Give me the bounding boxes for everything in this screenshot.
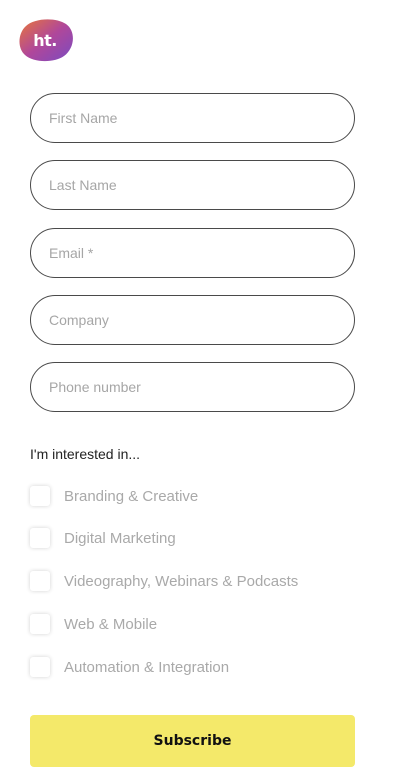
interest-option-label: Videography, Webinars & Podcasts [64,572,299,590]
interest-option-label: Digital Marketing [64,529,176,547]
last-name-input[interactable] [30,160,355,210]
checkbox[interactable] [30,614,50,634]
email-input[interactable] [30,228,355,278]
company-input[interactable] [30,295,355,345]
phone-input[interactable] [30,362,355,412]
checkbox[interactable] [30,528,50,548]
interest-option-digital-marketing[interactable]: Digital Marketing [30,526,176,550]
logo-text: ht. [33,30,57,50]
interest-option-web-mobile[interactable]: Web & Mobile [30,612,157,636]
checkbox[interactable] [30,486,50,506]
first-name-input[interactable] [30,93,355,143]
interest-option-label: Web & Mobile [64,615,158,633]
checkbox[interactable] [30,657,50,677]
interests-heading: I'm interested in... [30,446,141,462]
brand-logo[interactable]: ht. [18,18,74,62]
checkbox[interactable] [30,571,50,591]
interest-option-label: Branding & Creative [64,487,199,505]
subscribe-button[interactable]: Subscribe [30,715,355,767]
interest-option-videography[interactable]: Videography, Webinars & Podcasts [30,569,298,593]
interest-option-label: Automation & Integration [64,658,230,676]
interest-option-automation[interactable]: Automation & Integration [30,655,229,679]
interest-option-branding[interactable]: Branding & Creative [30,484,198,508]
